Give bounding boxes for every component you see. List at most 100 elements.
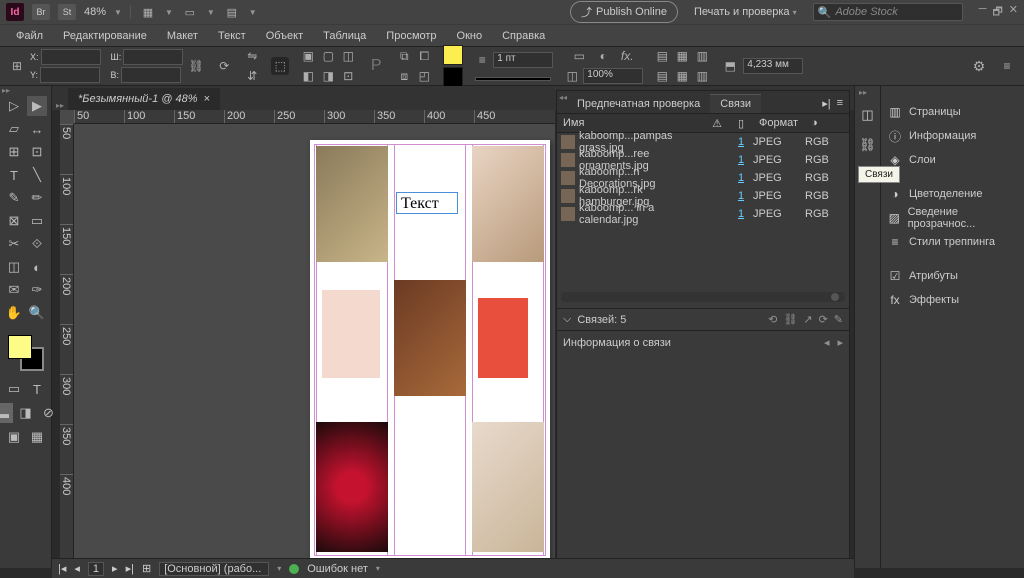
- page-tool[interactable]: ▱: [4, 119, 24, 139]
- align-left-icon[interactable]: ▤: [653, 47, 671, 65]
- none-icon[interactable]: ⊘: [39, 403, 59, 423]
- screen-mode-icon[interactable]: ▭: [181, 4, 199, 20]
- gradient-icon[interactable]: ◨: [16, 403, 36, 423]
- right-panel-item[interactable]: ☑Атрибуты: [881, 264, 1024, 288]
- open-icon[interactable]: ⊞: [142, 562, 151, 575]
- preview-mode-icon[interactable]: ▦: [27, 427, 47, 447]
- menu-window[interactable]: Окно: [449, 28, 491, 44]
- links-scrollbar[interactable]: [561, 292, 845, 302]
- print-check-menu[interactable]: Печать и проверка ▾: [686, 6, 805, 18]
- selection-tool[interactable]: ▷: [4, 96, 24, 116]
- expand-arrow-icon[interactable]: ▸▸: [52, 101, 68, 110]
- menu-edit[interactable]: Редактирование: [55, 28, 155, 44]
- expand-arrow-icon[interactable]: ▸▸: [2, 86, 10, 95]
- preflight-status-icon[interactable]: [289, 564, 299, 574]
- zoom-tool[interactable]: 🔍: [27, 303, 47, 323]
- image-frame[interactable]: [316, 146, 388, 262]
- menu-object[interactable]: Объект: [258, 28, 311, 44]
- document-canvas[interactable]: 50100150200250300350400450 5010015020025…: [60, 110, 555, 565]
- fit-content-icon[interactable]: ▣: [299, 47, 317, 65]
- gradient-swatch-tool[interactable]: ◫: [4, 257, 24, 277]
- corner-icon[interactable]: ⬒: [721, 57, 739, 75]
- col-status-icon[interactable]: ⚠: [705, 117, 729, 130]
- free-transform-tool[interactable]: ⟐: [27, 234, 47, 254]
- col-page-icon[interactable]: ▯: [729, 117, 753, 130]
- menu-view[interactable]: Просмотр: [378, 28, 444, 44]
- right-panel-item[interactable]: ⓘИнформация: [881, 124, 1024, 148]
- close-icon[interactable]: ✕: [1009, 3, 1018, 22]
- zoom-level[interactable]: 48%: [84, 6, 106, 18]
- page-number-field[interactable]: 1: [88, 562, 104, 576]
- right-panel-item[interactable]: fxЭффекты: [881, 288, 1024, 312]
- col-colorspace-icon[interactable]: ◑: [805, 117, 849, 129]
- tab-links[interactable]: Связи: [710, 94, 761, 113]
- default-fill-icon[interactable]: ▬: [0, 403, 13, 423]
- close-tab-icon[interactable]: ×: [203, 93, 209, 105]
- auto-fit-icon[interactable]: ⬚: [271, 57, 289, 75]
- rectangle-tool[interactable]: ▭: [27, 211, 47, 231]
- gradient-feather-tool[interactable]: ◐: [27, 257, 47, 277]
- col-format[interactable]: Формат: [753, 117, 805, 129]
- stroke-weight-field[interactable]: 1 пт: [493, 52, 553, 68]
- preflight-errors-label[interactable]: Ошибок нет: [307, 563, 368, 575]
- content-collector-tool[interactable]: ⊞: [4, 142, 24, 162]
- expand-icon[interactable]: ⌵: [563, 313, 571, 326]
- tab-preflight[interactable]: Предпечатная проверка: [567, 95, 710, 113]
- stock-icon[interactable]: St: [58, 4, 76, 20]
- menu-table[interactable]: Таблица: [315, 28, 374, 44]
- rectangle-frame-tool[interactable]: ⊠: [4, 211, 24, 231]
- stock-search-input[interactable]: 🔍Adobe Stock: [813, 3, 963, 21]
- fill-frame-icon[interactable]: ◫: [339, 47, 357, 65]
- rotate-field-icon[interactable]: ⟳: [215, 57, 233, 75]
- image-frame[interactable]: [478, 298, 528, 378]
- page[interactable]: Текст: [310, 140, 550, 560]
- fit-frame-icon[interactable]: ▢: [319, 47, 337, 65]
- last-page-icon[interactable]: ▸|: [126, 562, 134, 575]
- flip-v-icon[interactable]: ⇵: [243, 67, 261, 85]
- links-row[interactable]: kaboomp... in a calendar.jpg1JPEGRGB: [557, 205, 849, 223]
- first-page-icon[interactable]: |◂: [58, 562, 66, 575]
- maximize-icon[interactable]: 🗗: [992, 3, 1002, 22]
- image-frame[interactable]: [472, 146, 544, 262]
- prev-page-icon[interactable]: ◂: [74, 562, 80, 575]
- hand-tool[interactable]: ✋: [4, 303, 24, 323]
- menu-file[interactable]: Файл: [8, 28, 51, 44]
- bridge-icon[interactable]: Br: [32, 4, 50, 20]
- y-field[interactable]: [40, 67, 100, 83]
- panel-menu-icon[interactable]: ≡: [998, 57, 1016, 75]
- fill-color-icon[interactable]: [8, 335, 32, 359]
- paragraph-icon[interactable]: P: [367, 57, 385, 75]
- normal-view-icon[interactable]: ▣: [4, 427, 24, 447]
- expand-arrow-icon[interactable]: ▸▸: [859, 88, 867, 97]
- corner-size-field[interactable]: 4,233 мм: [743, 58, 803, 74]
- view-arrange-icon[interactable]: ▦: [139, 4, 157, 20]
- constrain-icon[interactable]: ⛓: [187, 57, 205, 75]
- update-link-icon[interactable]: ⟳: [819, 313, 828, 326]
- h-field[interactable]: [121, 67, 181, 83]
- cc-libraries-icon[interactable]: ◫: [859, 106, 877, 124]
- col-name[interactable]: Имя: [557, 117, 705, 129]
- fill-swatch[interactable]: [443, 45, 463, 65]
- menu-help[interactable]: Справка: [494, 28, 553, 44]
- image-frame[interactable]: [322, 290, 380, 378]
- arrange-docs-icon[interactable]: ▤: [223, 4, 241, 20]
- right-panel-item[interactable]: ◈Слои: [881, 148, 1024, 172]
- flip-h-icon[interactable]: ⇋: [243, 47, 261, 65]
- direct-selection-tool[interactable]: ▶: [27, 96, 47, 116]
- collapse-arrow-icon[interactable]: ◂◂: [559, 93, 567, 102]
- goto-link-icon[interactable]: ↗: [803, 313, 812, 326]
- effects-icon[interactable]: ▭: [570, 47, 588, 65]
- document-tab[interactable]: *Безымянный-1 @ 48%×: [68, 88, 220, 110]
- apply-text-icon[interactable]: T: [27, 379, 47, 399]
- w-field[interactable]: [123, 49, 183, 65]
- pen-tool[interactable]: ✎: [4, 188, 24, 208]
- opacity-field[interactable]: 100%: [583, 68, 643, 84]
- image-frame[interactable]: [316, 422, 388, 552]
- text-frame[interactable]: Текст: [396, 192, 458, 214]
- apply-color-icon[interactable]: ▭: [4, 379, 24, 399]
- right-panel-item[interactable]: ▨Сведение прозрачнос...: [881, 206, 1024, 230]
- gap-tool[interactable]: ↔: [27, 119, 47, 139]
- image-frame[interactable]: [394, 280, 466, 396]
- right-panel-item[interactable]: ▥Страницы: [881, 100, 1024, 124]
- right-panel-item[interactable]: ≡Стили треппинга: [881, 230, 1024, 254]
